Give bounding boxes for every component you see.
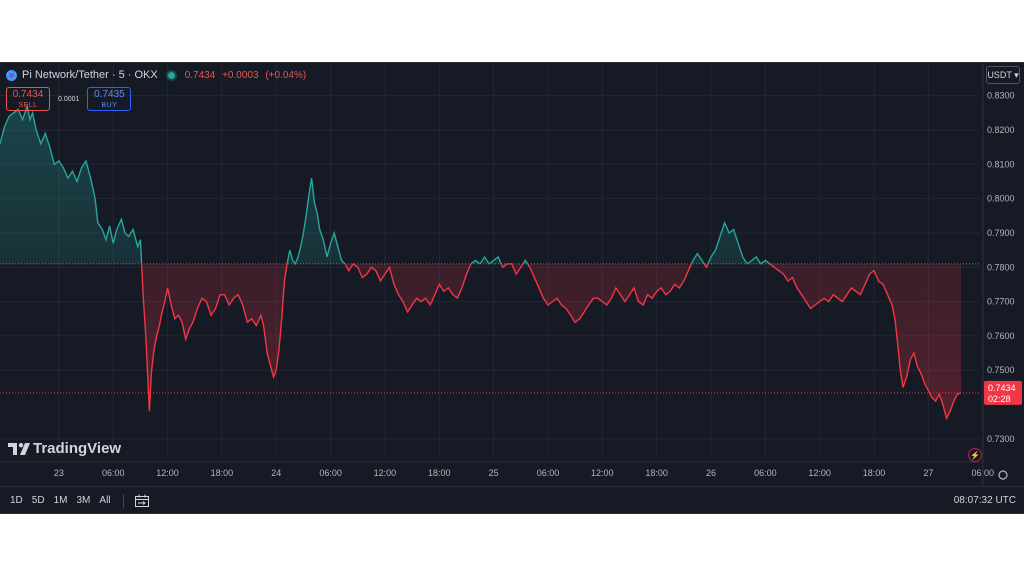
y-tick-label: 0.7600	[987, 331, 1015, 341]
price-line-up	[0, 103, 771, 264]
x-tick-label: 18:00	[211, 468, 234, 478]
buy-price: 0.7435	[94, 89, 125, 100]
x-tick-label: 24	[271, 468, 281, 478]
x-tick-label: 23	[54, 468, 64, 478]
price-change-pct: (+0.04%)	[265, 69, 307, 81]
price-chart[interactable]: 0.8300 0.8200 0.8100 0.8000 0.7900 0.7800 0.77…	[0, 62, 1024, 486]
date-range-icon[interactable]	[134, 494, 150, 508]
utc-clock[interactable]: 08:07:32 UTC	[954, 495, 1016, 506]
x-tick-label: 26	[706, 468, 716, 478]
x-tick-label: 12:00	[591, 468, 614, 478]
range-buttons: 1D 5D 1M 3M All	[10, 495, 111, 506]
axis-settings-icon[interactable]	[998, 470, 1008, 480]
x-tick-label: 18:00	[645, 468, 668, 478]
x-tick-label: 18:00	[863, 468, 886, 478]
y-tick-label: 0.7300	[987, 434, 1015, 444]
y-tick-label: 0.8200	[987, 125, 1015, 135]
x-tick-label: 12:00	[156, 468, 179, 478]
buy-button[interactable]: 0.7435 BUY	[87, 87, 132, 111]
range-3m-button[interactable]: 3M	[77, 495, 91, 506]
buy-label: BUY	[101, 102, 118, 109]
y-tick-label: 0.7900	[987, 228, 1015, 238]
x-tick-label: 18:00	[428, 468, 451, 478]
bottom-toolbar: 1D 5D 1M 3M All 08:07:32 UTC	[0, 486, 1024, 514]
trade-buttons: 0.7434 SELL 0.0001 0.7435 BUY	[6, 87, 132, 111]
x-tick-label: 06:00	[537, 468, 560, 478]
x-tick-label: 27	[923, 468, 933, 478]
sell-price: 0.7434	[12, 89, 44, 100]
tradingview-logo: TradingView	[8, 440, 121, 457]
sell-label: SELL	[18, 102, 38, 109]
y-tick-label: 0.7800	[987, 262, 1015, 272]
last-price: 0.7434	[184, 69, 216, 81]
range-1d-button[interactable]: 1D	[10, 495, 23, 506]
range-all-button[interactable]: All	[99, 495, 110, 506]
symbol-header: Pi Network/Tether · 5 · OKX 0.7434 +0.00…	[6, 66, 310, 84]
y-tick-label: 0.8300	[987, 91, 1015, 101]
lightning-icon[interactable]: ⚡	[968, 448, 982, 462]
range-1m-button[interactable]: 1M	[54, 495, 68, 506]
y-tick-label: 0.8100	[987, 159, 1015, 169]
price-change: +0.0003	[222, 69, 259, 81]
range-5d-button[interactable]: 5D	[32, 495, 45, 506]
tradingview-logo-icon	[8, 442, 30, 455]
pi-network-icon	[6, 69, 17, 81]
y-tick-label: 0.7500	[987, 365, 1015, 375]
y-tick-label: 0.8000	[987, 194, 1015, 204]
last-price-tag-value: 0.7434	[988, 383, 1016, 393]
x-tick-label: 06:00	[754, 468, 777, 478]
x-tick-label: 25	[489, 468, 499, 478]
x-tick-label: 12:00	[374, 468, 397, 478]
sell-button[interactable]: 0.7434 SELL	[6, 87, 50, 111]
x-tick-label: 06:00	[102, 468, 125, 478]
symbol-title[interactable]: Pi Network/Tether · 5 · OKX	[22, 69, 158, 81]
toolbar-divider	[122, 493, 124, 508]
currency-dropdown[interactable]: USDT ▾	[986, 66, 1020, 84]
last-price-tag-countdown: 02:28	[988, 394, 1011, 404]
x-tick-label: 12:00	[808, 468, 831, 478]
tradingview-logo-text: TradingView	[33, 440, 122, 457]
y-tick-label: 0.7700	[987, 297, 1015, 307]
x-tick-label: 06:00	[319, 468, 342, 478]
market-open-icon	[167, 71, 175, 79]
spread-value: 0.0001	[58, 95, 80, 103]
quote-line: 0.7434 +0.0003 (+0.04%)	[185, 70, 310, 81]
